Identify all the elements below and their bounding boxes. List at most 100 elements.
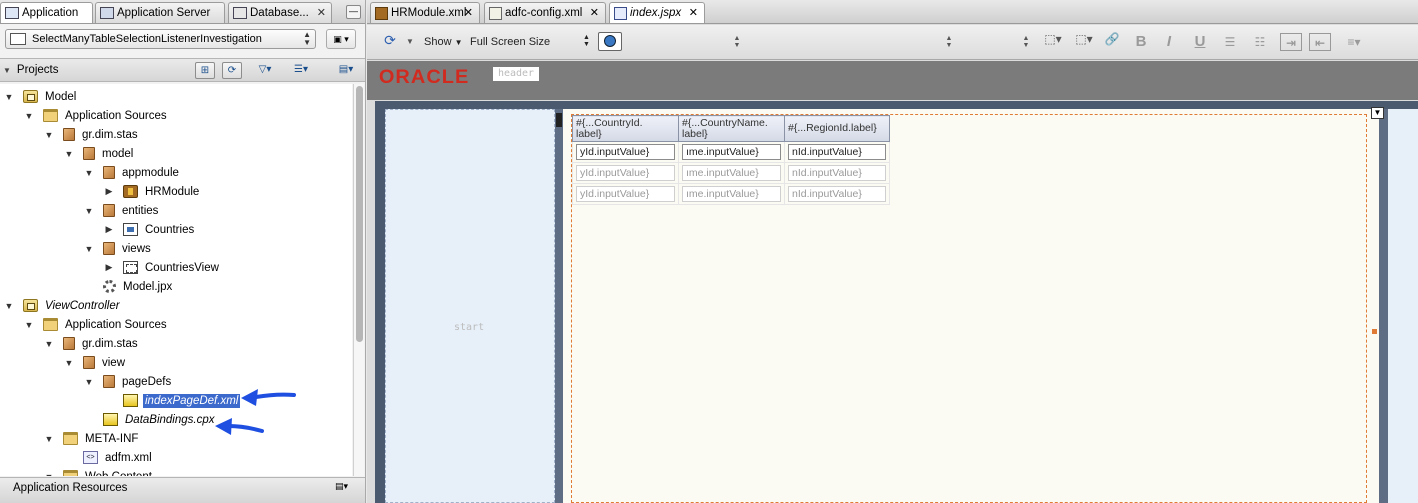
scrollbar-thumb[interactable] bbox=[356, 86, 363, 342]
expand-icon[interactable]: ▼ bbox=[24, 320, 34, 330]
bulleted-list-icon[interactable]: ☷ bbox=[1249, 33, 1271, 51]
outdent-icon[interactable]: ⇤ bbox=[1309, 33, 1331, 51]
column-header-country-id[interactable]: #{...CountryId. label} bbox=[572, 115, 679, 142]
column-header-country-name[interactable]: #{...CountryName. label} bbox=[678, 115, 785, 142]
tree-node[interactable]: ▼ views bbox=[84, 239, 153, 258]
tree-node[interactable]: ▼ gr.dim.stas bbox=[44, 125, 140, 144]
tab-adfc-config-xml[interactable]: adfc-config.xml ✕ bbox=[484, 2, 606, 23]
table-cell[interactable]: ıme.inputValue} bbox=[678, 141, 785, 163]
tree-node[interactable]: ▶indexPageDef.xml bbox=[104, 391, 241, 410]
expand-icon[interactable]: ▼ bbox=[44, 434, 54, 444]
navigator-display-options-button[interactable]: ⊞ bbox=[195, 62, 215, 79]
input-value-field[interactable]: yId.inputValue} bbox=[576, 165, 675, 181]
tree-node[interactable]: ▶ Countries bbox=[104, 220, 196, 239]
tab-application-server[interactable]: Application Server bbox=[95, 2, 225, 23]
table-cell[interactable]: ıme.inputValue} bbox=[678, 183, 785, 205]
minimize-button[interactable]: — bbox=[346, 5, 361, 19]
close-icon[interactable]: ✕ bbox=[464, 6, 473, 19]
font-family-select[interactable]: ▲ ▼ bbox=[945, 35, 953, 54]
expand-icon[interactable]: ▼ bbox=[44, 472, 54, 477]
application-selector[interactable]: SelectManyTableSelectionListenerInvestig… bbox=[5, 29, 316, 49]
expand-icon[interactable]: ▼ bbox=[44, 339, 54, 349]
panel-menu-icon[interactable]: ▤▾ bbox=[333, 62, 359, 79]
tree-node[interactable]: ▼ Model bbox=[4, 87, 78, 106]
collapse-icon[interactable]: ▶ bbox=[104, 186, 114, 197]
working-sets-icon[interactable]: ☰▾ bbox=[288, 62, 314, 79]
tree-node[interactable]: ▼ Web Content bbox=[44, 467, 154, 476]
numbered-list-icon[interactable]: ☰ bbox=[1219, 33, 1241, 51]
tab-hrmodule-xml[interactable]: HRModule.xml ✕ bbox=[370, 2, 480, 23]
tree-node[interactable]: ▼ META-INF bbox=[44, 429, 140, 448]
refresh-button[interactable]: ⟳ bbox=[222, 62, 242, 79]
expand-icon[interactable]: ▼ bbox=[4, 92, 14, 102]
expand-icon[interactable]: ▼ bbox=[84, 377, 94, 387]
collapse-icon[interactable]: ▶ bbox=[104, 224, 114, 235]
input-value-field[interactable]: ıme.inputValue} bbox=[682, 186, 781, 202]
table-row[interactable]: yId.inputValue} ıme.inputValue} nId.inputV… bbox=[572, 183, 890, 205]
table-row[interactable]: yId.inputValue} ıme.inputValue} nId.inputV… bbox=[572, 162, 890, 184]
expand-icon[interactable]: ▼ bbox=[4, 301, 14, 311]
input-value-field[interactable]: yId.inputValue} bbox=[576, 186, 675, 202]
input-value-field[interactable]: ıme.inputValue} bbox=[682, 165, 781, 181]
refresh-icon[interactable]: ⟳ bbox=[380, 32, 400, 51]
splitter-handle[interactable] bbox=[556, 113, 562, 127]
start-facet[interactable]: start bbox=[385, 109, 555, 503]
panel-splitter-end[interactable] bbox=[1379, 109, 1388, 503]
countries-table[interactable]: #{...CountryId. label} #{...CountryName.… bbox=[572, 115, 890, 205]
close-icon[interactable]: ✕ bbox=[689, 6, 698, 19]
table-cell[interactable]: nId.inputValue} bbox=[784, 141, 890, 163]
tree-node[interactable]: ▶ CountriesView bbox=[104, 258, 221, 277]
tree-node[interactable]: ▼ ViewController bbox=[4, 296, 122, 315]
input-value-field[interactable]: nId.inputValue} bbox=[788, 144, 886, 160]
tree-node[interactable]: ▶ HRModule bbox=[104, 182, 201, 201]
bold-button[interactable]: B bbox=[1130, 33, 1152, 51]
expand-icon[interactable]: ▼ bbox=[84, 206, 94, 216]
expand-icon[interactable]: ▼ bbox=[64, 358, 74, 368]
tree-node[interactable]: ▶DataBindings.cpx bbox=[84, 410, 217, 429]
application-menu-button[interactable]: ▣ ▾ bbox=[326, 29, 356, 49]
component-menu-icon[interactable]: ▼ bbox=[1371, 107, 1384, 119]
filter-icon[interactable]: ▽▾ bbox=[252, 62, 278, 79]
input-value-field[interactable]: ıme.inputValue} bbox=[682, 144, 781, 160]
collapse-icon[interactable]: ▶ bbox=[104, 262, 114, 273]
table-cell[interactable]: ıme.inputValue} bbox=[678, 162, 785, 184]
show-menu[interactable]: Show ▼ bbox=[424, 36, 463, 48]
tree-node[interactable]: ▼ entities bbox=[84, 201, 160, 220]
tree-node[interactable]: ▼ pageDefs bbox=[84, 372, 173, 391]
selection-handle[interactable] bbox=[1372, 329, 1377, 334]
input-value-field[interactable]: yId.inputValue} bbox=[576, 144, 675, 160]
tree-scrollbar[interactable] bbox=[353, 84, 364, 476]
tree-node[interactable]: ▼ gr.dim.stas bbox=[44, 334, 140, 353]
close-icon[interactable]: ✕ bbox=[590, 6, 599, 19]
tab-index-jspx[interactable]: index.jspx ✕ bbox=[609, 2, 705, 23]
tab-application[interactable]: Application bbox=[0, 2, 93, 23]
expand-icon[interactable]: ▼ bbox=[64, 149, 74, 159]
application-resources-bar[interactable]: Application Resources ▤▾ bbox=[0, 477, 365, 503]
end-facet[interactable] bbox=[1388, 109, 1418, 503]
chevron-down-icon[interactable]: ▼ bbox=[3, 66, 11, 75]
browser-preview-button[interactable] bbox=[598, 32, 622, 51]
tree-node[interactable]: ▶<>adfm.xml bbox=[64, 448, 154, 467]
projects-header[interactable]: ▼ Projects ⊞ ⟳ ▽▾ ☰▾ ▤▾ bbox=[0, 58, 365, 82]
expand-icon[interactable]: ▼ bbox=[24, 111, 34, 121]
chevron-down-icon[interactable]: ▼ bbox=[405, 37, 415, 56]
foreground-color-button[interactable]: ⬚▾ bbox=[1039, 32, 1067, 51]
close-icon[interactable]: ✕ bbox=[317, 6, 326, 19]
table-cell[interactable]: nId.inputValue} bbox=[784, 183, 890, 205]
panel-menu-icon[interactable]: ▤▾ bbox=[335, 481, 359, 497]
tree-node[interactable]: ▼ view bbox=[64, 353, 127, 372]
tree-node[interactable]: ▼ Application Sources bbox=[24, 106, 169, 125]
expand-icon[interactable]: ▼ bbox=[84, 168, 94, 178]
tree-node[interactable]: ▼ appmodule bbox=[84, 163, 181, 182]
tab-database[interactable]: Database... ✕ bbox=[228, 2, 332, 23]
screen-size-select[interactable]: Full Screen Size ▲ ▼ bbox=[470, 34, 590, 48]
table-cell[interactable]: yId.inputValue} bbox=[572, 141, 679, 163]
table-row[interactable]: yId.inputValue} ıme.inputValue} nId.inputV… bbox=[572, 141, 890, 163]
tree-node[interactable]: ▶Model.jpx bbox=[84, 277, 174, 296]
font-size-select[interactable]: ▲ ▼ bbox=[1022, 35, 1030, 54]
align-menu-icon[interactable]: ≡▾ bbox=[1339, 33, 1369, 51]
table-cell[interactable]: yId.inputValue} bbox=[572, 162, 679, 184]
link-icon[interactable]: 🔗 bbox=[1100, 32, 1124, 51]
tree-node[interactable]: ▼ Application Sources bbox=[24, 315, 169, 334]
column-header-region-id[interactable]: #{...RegionId.label} bbox=[784, 115, 890, 142]
